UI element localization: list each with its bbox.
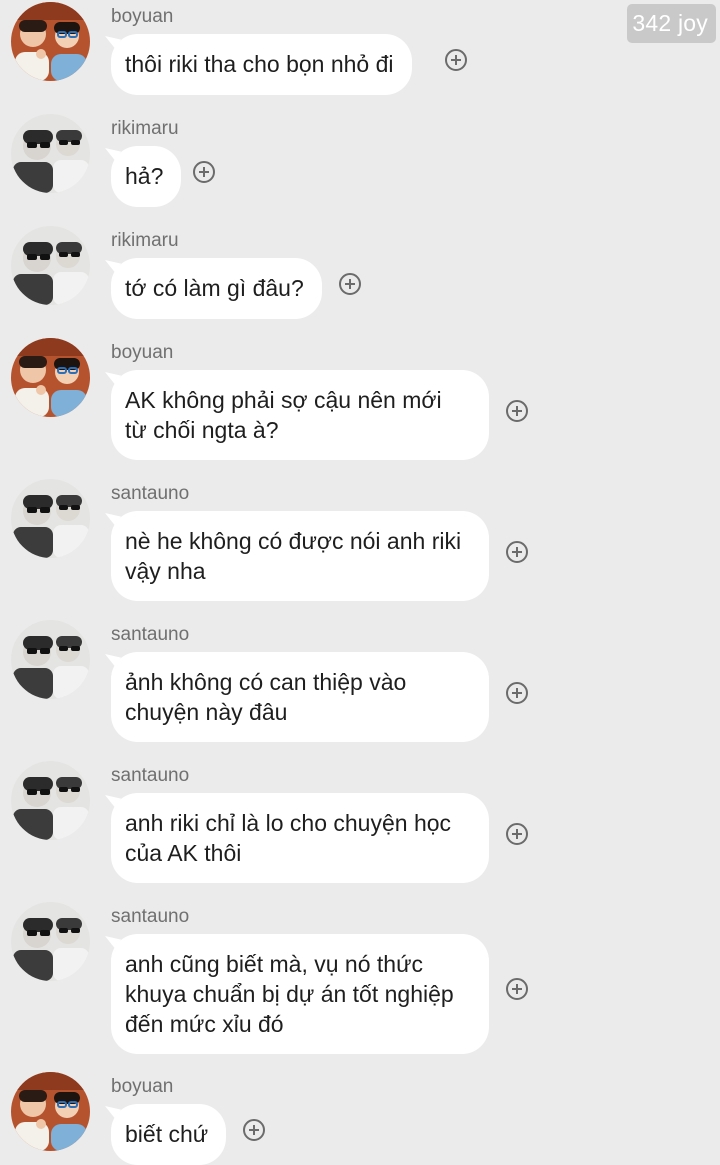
sender-name: santauno — [111, 765, 190, 786]
sender-name: rikimaru — [111, 230, 179, 251]
sender-name: santauno — [111, 906, 190, 927]
avatar[interactable] — [11, 2, 90, 81]
message-bubble[interactable]: AK không phải sợ cậu nên mới từ chối ngt… — [111, 370, 489, 460]
sender-name: boyuan — [111, 342, 174, 363]
watermark-label: 342 joy — [627, 4, 716, 43]
add-reaction-icon[interactable] — [506, 400, 528, 422]
add-reaction-icon[interactable] — [339, 273, 361, 295]
message-bubble[interactable]: biết chứ — [111, 1104, 227, 1165]
add-reaction-icon[interactable] — [506, 541, 528, 563]
message-bubble[interactable]: ảnh không có can thiệp vào chuyện này đâ… — [111, 652, 489, 742]
message-bubble[interactable]: thôi riki tha cho bọn nhỏ đi — [111, 34, 412, 95]
sender-name: santauno — [111, 483, 190, 504]
avatar[interactable] — [11, 114, 90, 193]
avatar[interactable] — [11, 479, 90, 558]
avatar[interactable] — [11, 1072, 90, 1151]
sender-name: rikimaru — [111, 118, 179, 139]
message-bubble[interactable]: hả? — [111, 146, 182, 207]
sender-name: boyuan — [111, 6, 174, 27]
add-reaction-icon[interactable] — [243, 1119, 265, 1141]
add-reaction-icon[interactable] — [506, 682, 528, 704]
sender-name: boyuan — [111, 1076, 174, 1097]
sender-name: santauno — [111, 624, 190, 645]
avatar[interactable] — [11, 761, 90, 840]
add-reaction-icon[interactable] — [506, 978, 528, 1000]
avatar[interactable] — [11, 226, 90, 305]
avatar[interactable] — [11, 620, 90, 699]
message-bubble[interactable]: tớ có làm gì đâu? — [111, 258, 322, 319]
message-bubble[interactable]: nè he không có được nói anh riki vậy nha — [111, 511, 489, 601]
add-reaction-icon[interactable] — [445, 49, 467, 71]
add-reaction-icon[interactable] — [506, 823, 528, 845]
message-bubble[interactable]: anh cũng biết mà, vụ nó thức khuya chuẩn… — [111, 934, 489, 1054]
avatar[interactable] — [11, 902, 90, 981]
add-reaction-icon[interactable] — [193, 161, 215, 183]
message-bubble[interactable]: anh riki chỉ là lo cho chuyện học của AK… — [111, 793, 489, 883]
avatar[interactable] — [11, 338, 90, 417]
